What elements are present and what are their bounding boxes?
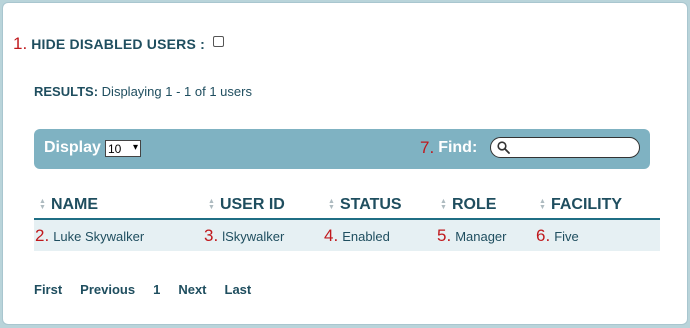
display-label: Display (44, 139, 101, 156)
cell-role: 5. Manager (437, 226, 507, 246)
results-text: Displaying 1 - 1 of 1 users (101, 84, 252, 99)
pagination: First Previous 1 Next Last (34, 282, 269, 297)
column-header-user-id[interactable]: ▲ ▼ USER ID (208, 196, 285, 214)
find-label: Find: (438, 139, 478, 156)
annotation-5: 5. (437, 226, 452, 245)
page-first-link[interactable]: First (34, 282, 62, 297)
annotation-3: 3. (204, 226, 219, 245)
cell-user-id: 3. lSkywalker (204, 226, 284, 246)
cell-name: 2. Luke Skywalker (35, 226, 144, 246)
column-header-status[interactable]: ▲ ▼ STATUS (328, 196, 402, 214)
results-summary: RESULTS: Displaying 1 - 1 of 1 users (34, 84, 252, 99)
page-previous-link[interactable]: Previous (80, 282, 135, 297)
cell-status: 4. Enabled (324, 226, 390, 246)
annotation-4: 4. (324, 226, 339, 245)
cell-name-text: Luke Skywalker (53, 228, 145, 244)
users-panel: 1. HIDE DISABLED USERS : RESULTS: Displa… (2, 2, 688, 325)
sort-icon: ▲ ▼ (328, 198, 335, 211)
sort-icon: ▲ ▼ (440, 198, 447, 211)
column-label: FACILITY (550, 196, 623, 213)
sort-icon: ▲ ▼ (39, 198, 46, 211)
page-size-select[interactable]: 10 ▾ (105, 140, 141, 157)
cell-status-text: Enabled (342, 228, 390, 244)
cell-user-id-text: lSkywalker (222, 228, 285, 244)
search-icon (497, 141, 510, 154)
page-next-link[interactable]: Next (178, 282, 206, 297)
page-size-value: 10 (108, 141, 122, 156)
annotation-2: 2. (35, 226, 50, 245)
page-current[interactable]: 1 (153, 282, 160, 297)
find-input[interactable] (490, 137, 640, 158)
column-label: USER ID (219, 196, 285, 213)
column-label: NAME (50, 196, 99, 213)
table-toolbar: Display 10 ▾ 7. Find: (34, 129, 650, 169)
cell-facility-text: Five (554, 228, 579, 244)
sort-icon: ▲ ▼ (539, 198, 546, 211)
annotation-6: 6. (536, 226, 551, 245)
table-header: ▲ ▼ NAME ▲ ▼ USER ID ▲ ▼ STATUS ▲ ▼ ROLE ▲ ▼ … (34, 193, 660, 220)
sort-icon: ▲ ▼ (208, 198, 215, 211)
annotation-7: 7. (420, 138, 435, 157)
column-label: ROLE (451, 196, 497, 213)
chevron-down-icon: ▾ (132, 142, 138, 153)
table-row[interactable]: 2. Luke Skywalker 3. lSkywalker 4. Enabl… (34, 220, 660, 251)
cell-facility: 6. Five (536, 226, 579, 246)
cell-role-text: Manager (455, 228, 507, 244)
results-label: RESULTS: (34, 84, 99, 99)
column-header-name[interactable]: ▲ ▼ NAME (39, 196, 98, 214)
find-group: 7. Find: (420, 138, 477, 158)
annotation-1: 1. (13, 34, 28, 53)
column-header-role[interactable]: ▲ ▼ ROLE (440, 196, 496, 214)
hide-disabled-row: 1. HIDE DISABLED USERS : (13, 34, 224, 54)
column-header-facility[interactable]: ▲ ▼ FACILITY (539, 196, 622, 214)
hide-disabled-checkbox[interactable] (212, 35, 224, 47)
column-label: STATUS (339, 196, 402, 213)
hide-disabled-label: HIDE DISABLED USERS : (31, 36, 205, 52)
users-table: ▲ ▼ NAME ▲ ▼ USER ID ▲ ▼ STATUS ▲ ▼ ROLE ▲ ▼ … (34, 193, 660, 251)
page-last-link[interactable]: Last (225, 282, 252, 297)
